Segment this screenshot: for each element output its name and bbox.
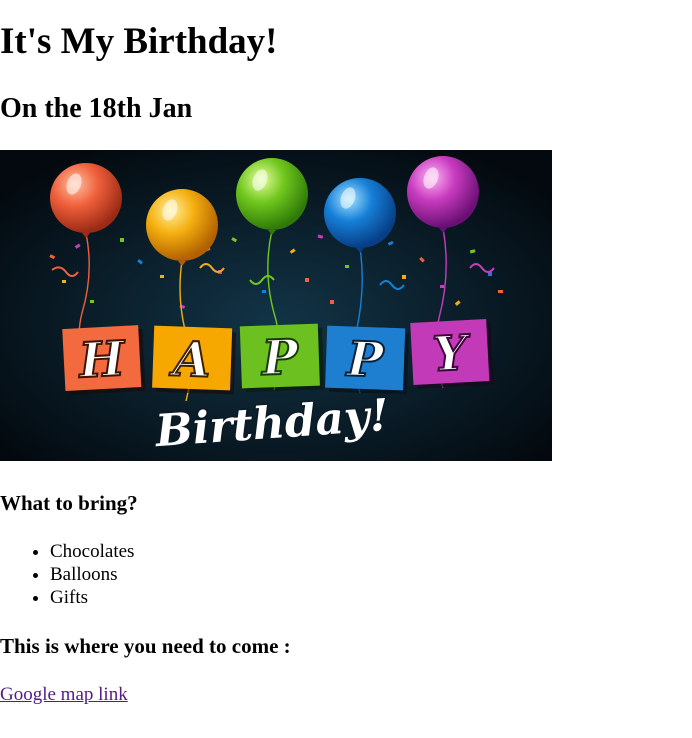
- page-subtitle: On the 18th Jan: [0, 93, 193, 124]
- list-item: Chocolates: [50, 540, 134, 563]
- list-item: Balloons: [50, 563, 134, 586]
- what-to-bring-heading: What to bring?: [0, 491, 138, 515]
- google-map-link[interactable]: Google map link: [0, 683, 128, 706]
- list-item: Gifts: [50, 586, 134, 609]
- birthday-banner-image: H A P P Y Birthday!: [0, 150, 552, 461]
- tile-letter: A: [168, 331, 211, 388]
- tile-letter: P: [344, 331, 386, 388]
- tile-letter: H: [76, 331, 128, 389]
- page-title: It's My Birthday!: [0, 21, 278, 62]
- tile-letter: P: [259, 329, 301, 386]
- location-heading: This is where you need to come :: [0, 634, 291, 658]
- bring-list: Chocolates Balloons Gifts: [0, 540, 134, 609]
- happy-tiles: H A P P Y: [62, 319, 494, 395]
